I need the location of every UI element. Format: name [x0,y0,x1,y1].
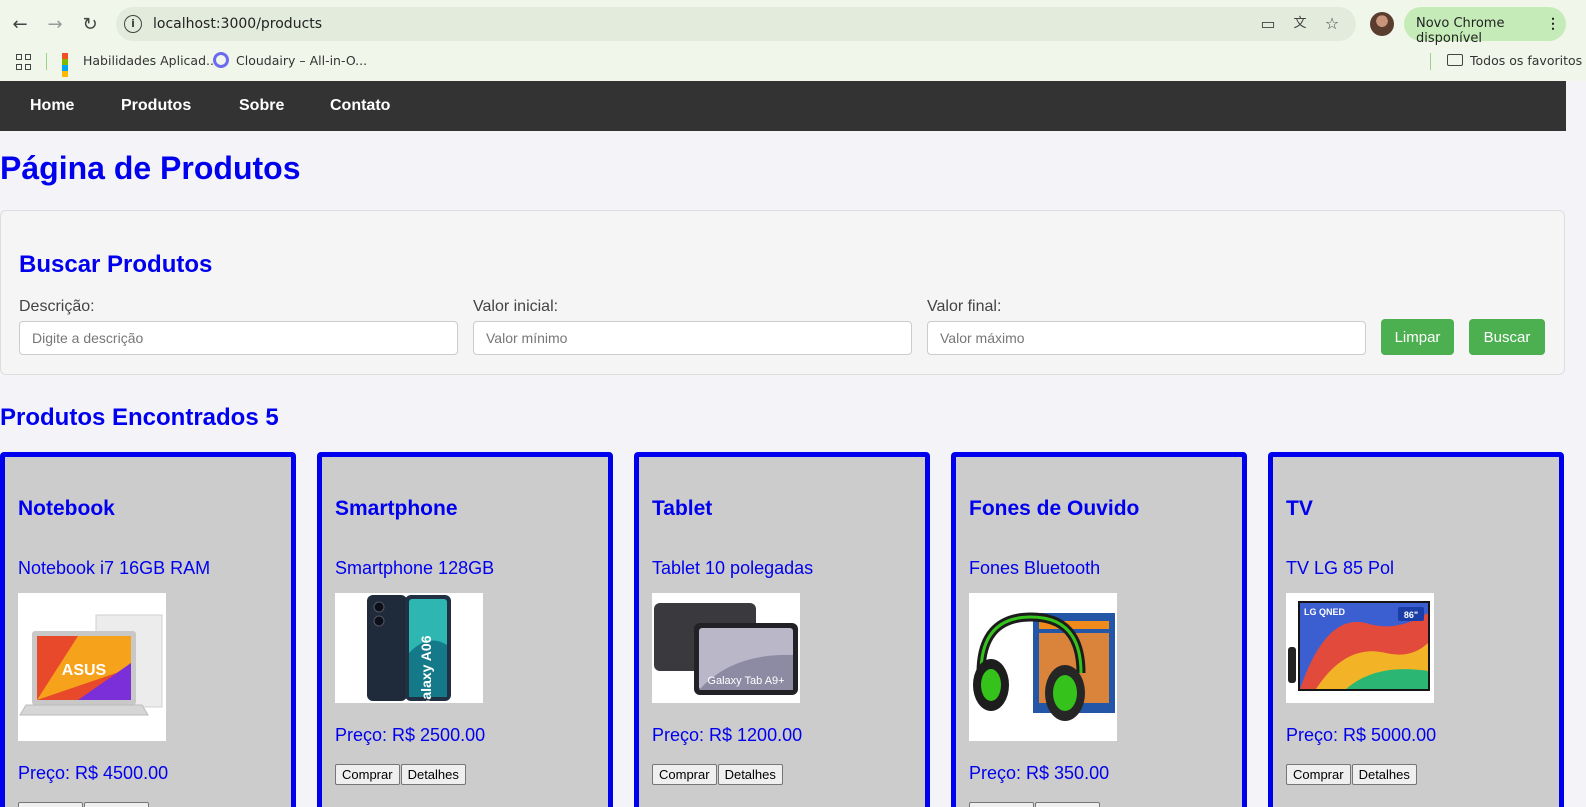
nav-sobre[interactable]: Sobre [239,97,284,115]
menu-icon[interactable]: ⋮ [1546,15,1560,32]
description-input[interactable] [19,321,458,355]
product-card: Notebook Notebook i7 16GB RAM ASUS Preço… [0,452,296,807]
product-name: Fones de Ouvido [969,497,1140,520]
product-name: Smartphone [335,497,458,520]
tablet-model-text: Galaxy Tab A9+ [707,675,784,687]
all-bookmarks-button[interactable]: Todos os favoritos [1447,50,1582,70]
product-image: Galaxy Tab A9+ [652,593,800,703]
details-button[interactable]: Detalhes [717,764,783,785]
results-title: Produtos Encontrados 5 [0,404,279,431]
min-value-input[interactable] [473,321,912,355]
buy-button[interactable]: Comprar [18,802,83,807]
folder-icon [1447,54,1463,66]
search-button[interactable]: Buscar [1469,319,1545,355]
avatar[interactable] [1370,12,1394,36]
product-name: Notebook [18,497,115,520]
product-name: Tablet [652,497,713,520]
details-button[interactable]: Detalhes [83,802,149,807]
url-text[interactable]: localhost:3000/products [153,16,322,32]
update-chrome-button[interactable]: Novo Chrome disponível ⋮ [1404,7,1566,46]
product-description: Fones Bluetooth [969,558,1101,578]
details-button[interactable]: Detalhes [1034,802,1100,807]
product-description: Notebook i7 16GB RAM [18,558,211,578]
site-info-icon[interactable]: i [124,15,142,33]
translate-icon[interactable]: 文 [1290,14,1310,34]
search-form: Buscar Produtos Descrição: Valor inicial… [0,210,1565,375]
tv-size-text: 86" [1404,610,1418,620]
update-chrome-label: Novo Chrome disponível [1416,16,1505,46]
product-price: Preço: R$ 5000.00 [1286,725,1437,745]
product-card: Tablet Tablet 10 polegadas Galaxy Tab A9… [634,452,930,807]
product-name: TV [1286,497,1313,520]
back-icon[interactable]: ← [8,12,32,36]
product-image: ASUS [18,593,166,741]
buy-button[interactable]: Comprar [652,764,717,785]
nav-produtos[interactable]: Produtos [121,97,191,115]
product-price: Preço: R$ 350.00 [969,763,1110,783]
laptop-brand-text: ASUS [62,662,107,679]
bookmark-item[interactable]: Cloudairy – All-in-O... [213,50,367,70]
max-value-label: Valor final: [927,298,1002,315]
page-title: Página de Produtos [0,150,301,186]
bookmark-label: Habilidades Aplicad... [83,52,218,68]
product-card: Smartphone Smartphone 128GB Galaxy A06 P… [317,452,613,807]
min-value-label: Valor inicial: [473,298,559,315]
product-description: Smartphone 128GB [335,558,495,578]
product-description: TV LG 85 Pol [1286,558,1395,578]
buy-button[interactable]: Comprar [335,764,400,785]
product-actions: Comprar Detalhes [18,802,149,807]
product-description: Tablet 10 polegadas [652,558,814,578]
nav-contato[interactable]: Contato [330,97,390,115]
nav-home[interactable]: Home [30,97,74,115]
phone-model-text: Galaxy A06 [418,635,434,703]
tv-brand-text: LG QNED [1304,607,1346,617]
search-title: Buscar Produtos [19,251,213,278]
star-icon[interactable]: ☆ [1322,14,1342,34]
apps-icon[interactable] [16,54,32,70]
description-label: Descrição: [19,298,95,315]
product-actions: Comprar Detalhes [969,802,1100,807]
product-card: TV TV LG 85 Pol LG QNED 86" Preço: R$ 50… [1268,452,1564,807]
details-button[interactable]: Detalhes [1351,764,1417,785]
site-nav: Home Produtos Sobre Contato [0,81,1566,131]
max-value-input[interactable] [927,321,1366,355]
product-image: Galaxy A06 [335,593,483,703]
buy-button[interactable]: Comprar [969,802,1034,807]
cloudairy-icon [213,52,229,68]
product-card: Fones de Ouvido Fones Bluetooth Preço: R… [951,452,1247,807]
details-button[interactable]: Detalhes [400,764,466,785]
reload-icon[interactable]: ↻ [78,12,102,36]
all-bookmarks-label: Todos os favoritos [1470,52,1583,68]
bookmark-item[interactable]: Habilidades Aplicad... [62,50,218,77]
browser-toolbar: ← → ↻ i localhost:3000/products ▭ 文 ☆ No… [0,0,1586,48]
product-price: Preço: R$ 2500.00 [335,725,486,745]
clear-button[interactable]: Limpar [1381,319,1454,355]
bookmark-label: Cloudairy – All-in-O... [236,52,368,68]
product-actions: Comprar Detalhes [652,764,783,785]
buy-button[interactable]: Comprar [1286,764,1351,785]
product-image: LG QNED 86" [1286,593,1434,703]
forward-icon[interactable]: → [43,12,67,36]
microsoft-icon [62,53,76,77]
install-app-icon[interactable]: ▭ [1258,14,1278,34]
bookmarks-divider [46,53,47,70]
product-price: Preço: R$ 4500.00 [18,763,169,783]
product-price: Preço: R$ 1200.00 [652,725,803,745]
product-image [969,593,1117,741]
product-actions: Comprar Detalhes [335,764,466,785]
bookmarks-divider [1430,53,1431,70]
address-bar[interactable]: i localhost:3000/products ▭ 文 ☆ [116,7,1356,41]
product-actions: Comprar Detalhes [1286,764,1417,785]
